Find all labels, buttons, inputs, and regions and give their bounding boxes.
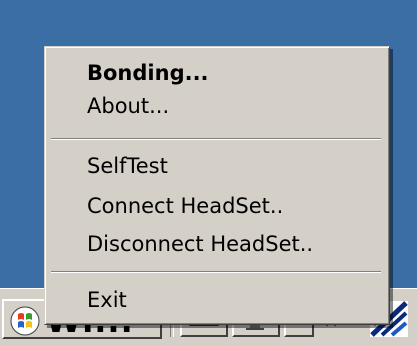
context-menu: Bonding... About... SelfTest Connect Hea… [44, 46, 390, 325]
menu-separator [51, 271, 381, 273]
windows-logo-icon [10, 306, 40, 336]
menu-separator [51, 138, 381, 140]
menu-item-connect-headset[interactable]: Connect HeadSet.. [87, 191, 283, 221]
menu-item-exit[interactable]: Exit [87, 285, 127, 315]
menu-item-disconnect-headset[interactable]: Disconnect HeadSet.. [87, 229, 313, 259]
menu-item-selftest[interactable]: SelfTest [87, 151, 168, 181]
menu-item-about[interactable]: About... [87, 91, 169, 121]
menu-item-bonding[interactable]: Bonding... [87, 58, 209, 88]
